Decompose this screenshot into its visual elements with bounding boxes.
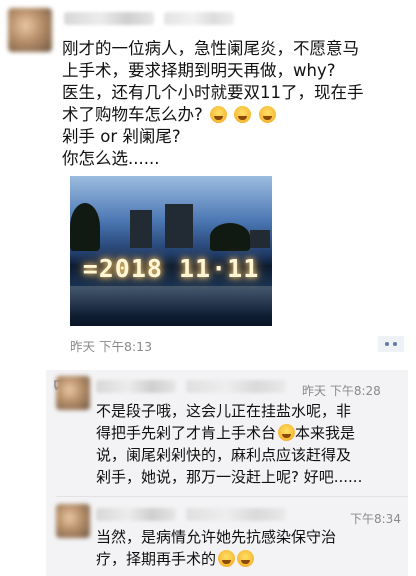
tree-silhouette [70,203,100,251]
comment-avatar[interactable] [56,504,90,538]
building-silhouette [165,204,193,248]
post-line: 你怎么选...... [62,149,160,168]
comment-time: 昨天 下午8:28 [302,384,381,398]
smirk-emoji-icon [237,550,255,567]
comment-avatar[interactable] [56,376,90,410]
comment-line: 当然，是病情允许她先抗感染保守治 [96,528,337,546]
post-line: 术了购物车怎么办? [62,105,203,124]
post-line: 剁手 or 剁阑尾? [62,127,181,146]
post-line: 上手术，要求择期到明天再做，why? [62,61,336,80]
comment-time: 下午8:34 [350,512,401,526]
laugh-cry-emoji-icon [210,106,228,123]
comment-fragment: 疗，择期再手术的 [96,550,217,568]
building-silhouette [130,210,152,248]
comment-author-name-extra [186,508,286,521]
post-author-avatar[interactable] [8,8,52,52]
laugh-cry-emoji-icon [258,106,276,123]
laugh-cry-emoji-icon [234,106,252,123]
post-line: 刚才的一位病人，急性阑尾炎，不愿意马 [62,39,359,58]
comment-line: 不是段子哦，这会儿正在挂盐水呢，非 [96,402,352,420]
comment-fragment: 本来我是 [295,424,356,442]
post-author-name[interactable] [64,12,154,25]
post-author-name-extra [164,12,234,25]
dot-icon [385,342,389,346]
comment-author-name[interactable] [96,508,176,521]
post-line-with-emojis: 术了购物车怎么办? [62,104,408,126]
comment-line: 说，阑尾剁剁快的，麻利点应该赶得及 [96,446,352,464]
comment-fragment: 得把手先剁了才肯上手术台 [96,424,277,442]
comment-author-name[interactable] [96,380,176,393]
post-line: 医生，还有几个小时就要双11了，现在手 [62,83,364,102]
tree-silhouette [210,223,250,251]
smirk-emoji-icon [218,550,236,567]
building-silhouette [250,230,270,248]
comment-line-with-emoji: 得把手先剁了才肯上手术台 本来我是 [96,422,355,444]
more-actions-button[interactable] [378,336,404,352]
comment-author-name-extra [186,380,286,393]
comment-divider [56,496,408,497]
laugh-cry-emoji-icon [278,424,296,441]
comments-section: 昨天 下午8:28 不是段子哦，这会儿正在挂盐水呢，非 得把手先剁了才肯上手术台… [46,370,408,576]
comment-line: 剁手，她说，那万一没赶上呢? 好吧...... [96,468,363,486]
comment-line-with-emoji: 疗，择期再手术的 [96,548,255,570]
water-reflection [70,286,272,316]
dot-icon [393,342,397,346]
photo-led-text: =2018 11·11 [82,254,260,283]
post-time: 昨天 下午8:13 [70,339,153,354]
post-text: 刚才的一位病人，急性阑尾炎，不愿意马 上手术，要求择期到明天再做，why? 医生… [62,38,408,170]
post-photo[interactable]: =2018 11·11 [70,176,272,326]
